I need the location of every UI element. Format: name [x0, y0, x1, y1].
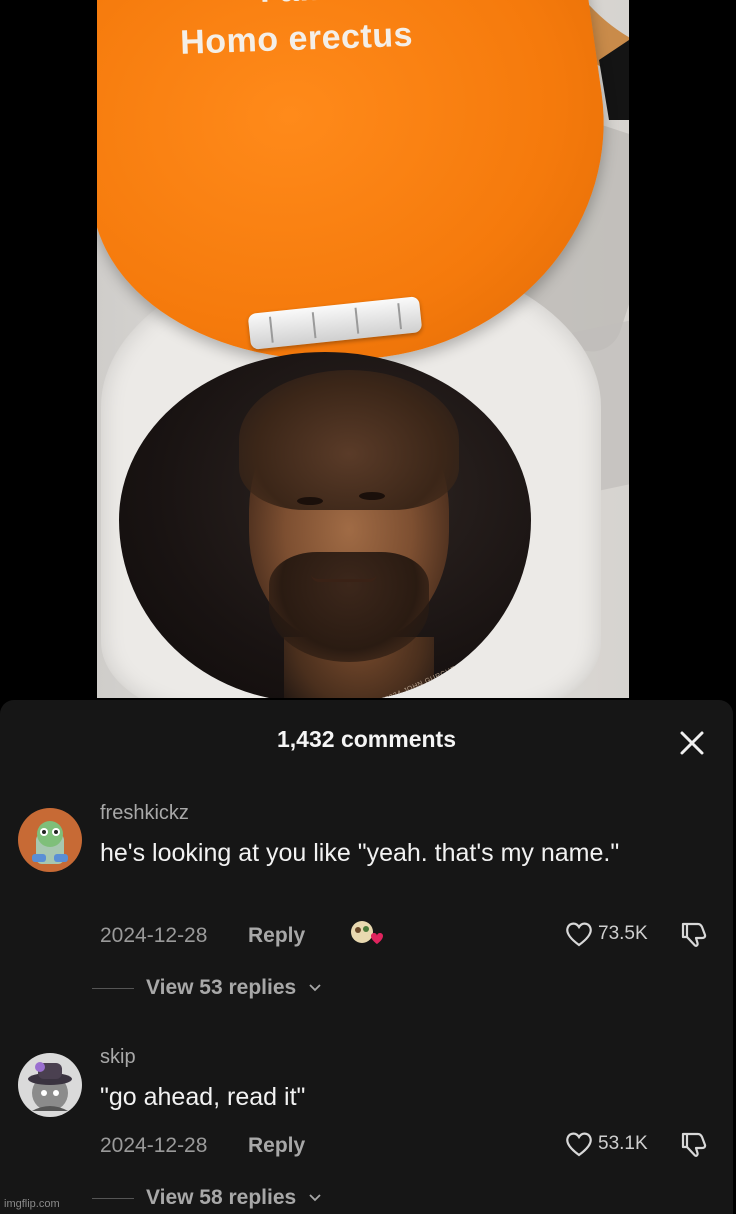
like-button[interactable]: 73.5K: [564, 920, 648, 948]
portrait-eye: [359, 492, 385, 500]
heart-icon: [566, 1132, 592, 1157]
like-count: 53.1K: [598, 1133, 648, 1154]
view-replies-label: View 58 replies: [146, 1186, 297, 1209]
view-replies-button[interactable]: View 53 replies: [92, 976, 322, 1000]
heart-icon: [566, 922, 592, 947]
lid-label: I am Homo erectus: [144, 0, 447, 70]
view-replies-button[interactable]: View 58 replies: [92, 1186, 322, 1210]
comment-username[interactable]: freshkickz: [100, 802, 189, 825]
comment-username[interactable]: skip: [100, 1046, 136, 1069]
comment-text: "go ahead, read it": [100, 1083, 306, 1111]
comments-sheet: 1,432 comments freshkickz he's looking a…: [0, 700, 733, 1214]
dislike-icon[interactable]: [678, 918, 710, 950]
comment-date: 2024-12-28: [100, 924, 208, 947]
avatar[interactable]: [18, 808, 82, 872]
comment-text: he's looking at you like "yeah. that's m…: [100, 839, 620, 867]
chevron-down-icon: [309, 984, 321, 992]
watermark: imgflip.com: [4, 1198, 60, 1210]
close-icon[interactable]: [676, 727, 708, 759]
portrait-beard: [269, 552, 429, 662]
creator-liked-emoji-icon: [351, 921, 383, 944]
toilet-seat-portrait: ©2024 JOHN GURCHE: [119, 352, 531, 698]
avatar-character-icon: [32, 821, 68, 864]
like-count: 73.5K: [598, 923, 648, 944]
view-replies-label: View 53 replies: [146, 976, 297, 999]
avatar-character-icon: [28, 1062, 72, 1111]
reply-button[interactable]: Reply: [248, 1134, 305, 1158]
portrait-hair: [239, 370, 459, 510]
comments-count-title: 1,432 comments: [277, 726, 456, 752]
comment-item: freshkickz he's looking at you like "yea…: [0, 800, 733, 1010]
portrait-eye: [297, 497, 323, 505]
replies-divider: [92, 987, 134, 989]
reply-button[interactable]: Reply: [248, 924, 305, 948]
chevron-down-icon: [309, 1194, 321, 1202]
avatar[interactable]: [18, 1053, 82, 1117]
like-button[interactable]: 53.1K: [564, 1130, 648, 1158]
post-photo: I am Homo erectus ©2024 JOHN GURCHE: [97, 0, 629, 698]
dislike-icon[interactable]: [678, 1128, 710, 1160]
comment-item: skip "go ahead, read it" 2024-12-28 Repl…: [0, 1046, 733, 1214]
lid-text-line2: Homo erectus: [179, 16, 414, 63]
replies-divider: [92, 1197, 134, 1199]
comment-date: 2024-12-28: [100, 1134, 208, 1157]
portrait-mouth: [311, 574, 377, 582]
